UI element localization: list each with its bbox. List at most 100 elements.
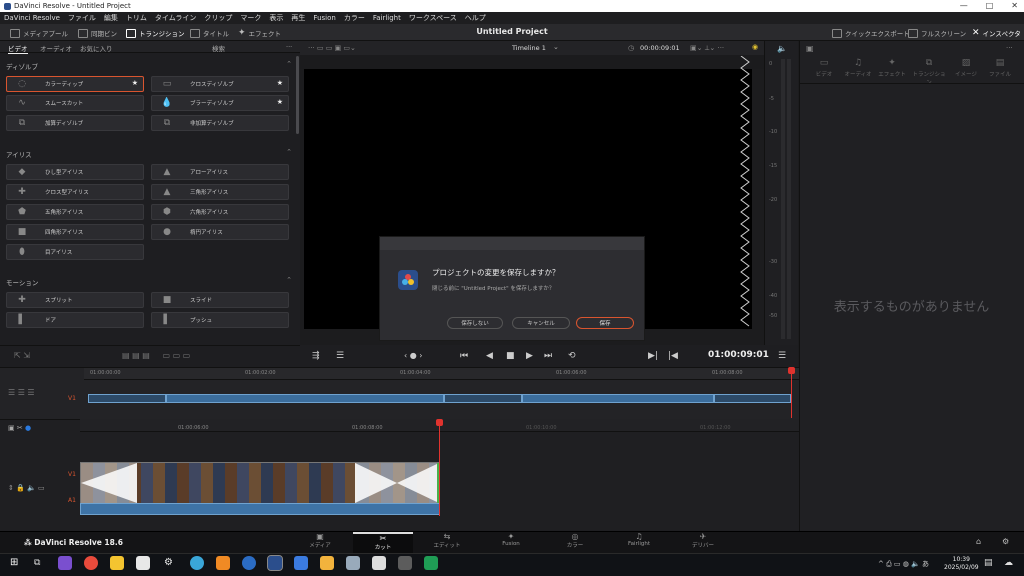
viewer-options-icons[interactable]: ▣⌄ ⟂⌄ ···: [690, 44, 724, 53]
page-fusion[interactable]: ✦ Fusion: [481, 532, 541, 553]
taskbar-app-icon[interactable]: [242, 556, 256, 570]
tab-audio[interactable]: オーディオ: [40, 43, 72, 53]
transition-triangle-iris[interactable]: ▲ 三角形アイリス: [151, 184, 289, 200]
minimize-button[interactable]: —: [960, 1, 968, 10]
inspector-layout-icon[interactable]: ▣: [806, 44, 814, 53]
taskbar-app-icon[interactable]: [398, 556, 412, 570]
mark-in-icon[interactable]: ▶|: [648, 351, 658, 361]
edit-tool-icons[interactable]: ▤ ▤ ▤ ▭ ▭ ▭: [122, 351, 190, 360]
cloud-icon[interactable]: ☁: [1004, 558, 1013, 568]
upper-clip[interactable]: [714, 394, 791, 403]
page-cut[interactable]: ✂ カット: [353, 532, 413, 553]
upper-clip[interactable]: [166, 394, 444, 403]
favorite-star-icon[interactable]: ★: [277, 79, 283, 87]
track-toggle-icons[interactable]: ⇕ 🔒 🔈 ▭: [8, 484, 45, 492]
page-deliver[interactable]: ✈ デリバー: [673, 532, 733, 553]
menu-item[interactable]: マーク: [240, 13, 261, 23]
taskbar-app-icon[interactable]: [424, 556, 438, 570]
taskbar-app-icon[interactable]: [58, 556, 72, 570]
audio-clip[interactable]: [80, 503, 440, 515]
page-fairlight[interactable]: ♫ Fairlight: [609, 532, 669, 553]
taskbar-app-icon[interactable]: [372, 556, 386, 570]
lower-playhead[interactable]: [439, 424, 440, 516]
loop-icon[interactable]: ⟲: [568, 351, 576, 361]
menu-icon[interactable]: ☰: [778, 351, 786, 361]
home-icon[interactable]: ⌂: [976, 537, 981, 546]
vlc-icon[interactable]: [216, 556, 230, 570]
taskbar-app-icon[interactable]: [320, 556, 334, 570]
tab-video[interactable]: ビデオ: [8, 43, 28, 54]
upper-clip[interactable]: [88, 394, 166, 403]
menu-item[interactable]: ファイル: [68, 13, 96, 23]
upper-playhead[interactable]: [791, 368, 792, 418]
collapse-chevron-icon[interactable]: ⌃: [286, 148, 292, 156]
transition-oval-iris[interactable]: ● 楕円アイリス: [151, 224, 289, 240]
transition-overlay-end[interactable]: [355, 463, 439, 503]
viewer-mode-icons[interactable]: ··· ▭ ▭ ▣ ▭⌄: [308, 44, 356, 52]
transition-color-dip[interactable]: ◌ カラーディップ ★: [6, 76, 144, 92]
transition-additive-dissolve[interactable]: ⧉ 加算ディゾルブ: [6, 115, 144, 131]
stop-icon[interactable]: ■: [506, 351, 515, 361]
task-view-icon[interactable]: ⧉: [34, 558, 40, 568]
transition-eye-iris[interactable]: ⬮ 目アイリス: [6, 244, 144, 260]
transition-diamond-iris[interactable]: ◆ ひし型アイリス: [6, 164, 144, 180]
jog-control[interactable]: ‹ ● ›: [404, 351, 422, 360]
transition-cross-dissolve[interactable]: ▭ クロスディゾルブ ★: [151, 76, 289, 92]
speaker-icon[interactable]: 🔈: [777, 44, 787, 53]
windows-start-icon[interactable]: ⊞: [10, 557, 18, 568]
step-back-icon[interactable]: ◀: [486, 351, 493, 361]
system-tray-icons[interactable]: ^ ⎙ ▭ ◍ 🔈 あ: [878, 559, 929, 569]
folder-icon[interactable]: [110, 556, 124, 570]
menu-item[interactable]: Fairlight: [373, 14, 401, 22]
menu-item[interactable]: ヘルプ: [465, 13, 486, 23]
transition-overlay-start[interactable]: [81, 463, 137, 503]
transition-split[interactable]: ✚ スプリット: [6, 292, 144, 308]
settings-icon[interactable]: ⚙: [164, 557, 173, 568]
upper-clip[interactable]: [444, 394, 522, 403]
inspector-tab-transition[interactable]: ⧉トランジション: [910, 58, 948, 86]
collapse-chevron-icon[interactable]: ⌃: [286, 276, 292, 284]
timeline-view-icon[interactable]: ⇶: [312, 351, 320, 361]
transition-hexagon-iris[interactable]: ⬢ 六角形アイリス: [151, 204, 289, 220]
go-to-start-icon[interactable]: ⏮: [460, 351, 468, 361]
timeline-selector[interactable]: Timeline 1: [512, 44, 546, 52]
menu-item[interactable]: トリム: [126, 13, 147, 23]
transition-nonadditive-dissolve[interactable]: ⧉ 非加算ディゾルブ: [151, 115, 289, 131]
menu-item[interactable]: タイムライン: [155, 13, 197, 23]
collapse-chevron-icon[interactable]: ⌃: [286, 60, 292, 68]
upper-clip[interactable]: [522, 394, 714, 403]
mark-out-icon[interactable]: |◀: [668, 351, 678, 361]
menu-item[interactable]: 表示: [269, 13, 283, 23]
maximize-button[interactable]: □: [986, 1, 994, 10]
lower-playhead-handle[interactable]: [436, 419, 443, 426]
color-icon[interactable]: ◉: [752, 43, 758, 51]
more-options-icon[interactable]: ···: [286, 43, 292, 51]
menu-item[interactable]: DaVinci Resolve: [4, 14, 60, 22]
taskbar-app-icon[interactable]: [136, 556, 150, 570]
transition-blur-dissolve[interactable]: 💧 ブラーディゾルブ ★: [151, 95, 289, 111]
page-media[interactable]: ▣ メディア: [290, 532, 350, 553]
close-button[interactable]: ✕: [1011, 1, 1018, 10]
menu-item[interactable]: 再生: [291, 13, 305, 23]
video-clip[interactable]: [80, 462, 440, 504]
transition-door[interactable]: ▌ ドア: [6, 312, 144, 328]
davinci-resolve-taskbar-icon[interactable]: [267, 555, 283, 571]
tool-icons[interactable]: ⇱ ⇲: [14, 351, 30, 360]
track-controls-icons[interactable]: ▣ ✂ ●: [8, 424, 31, 432]
dont-save-button[interactable]: 保存しない: [447, 317, 503, 329]
favorite-star-icon[interactable]: ★: [277, 98, 283, 106]
page-color[interactable]: ◎ カラー: [545, 532, 605, 553]
taskbar-app-icon[interactable]: [346, 556, 360, 570]
settings-icon[interactable]: ☰: [336, 351, 344, 361]
menu-item[interactable]: ワークスペース: [409, 13, 457, 23]
page-edit[interactable]: ⇆ エディット: [417, 532, 477, 553]
transition-square-iris[interactable]: ■ 四角形アイリス: [6, 224, 144, 240]
inspector-tab-image[interactable]: ▨ イメージ: [950, 58, 982, 78]
notification-icon[interactable]: ▤: [984, 558, 993, 568]
cancel-button[interactable]: キャンセル: [512, 317, 570, 329]
transition-pentagon-iris[interactable]: ⬟ 五角形アイリス: [6, 204, 144, 220]
inspector-tab-audio[interactable]: ♫ オーディオ: [842, 58, 874, 78]
upper-ruler[interactable]: [84, 368, 799, 380]
transition-slide[interactable]: ■ スライド: [151, 292, 289, 308]
panel-scrollbar[interactable]: [296, 56, 299, 134]
